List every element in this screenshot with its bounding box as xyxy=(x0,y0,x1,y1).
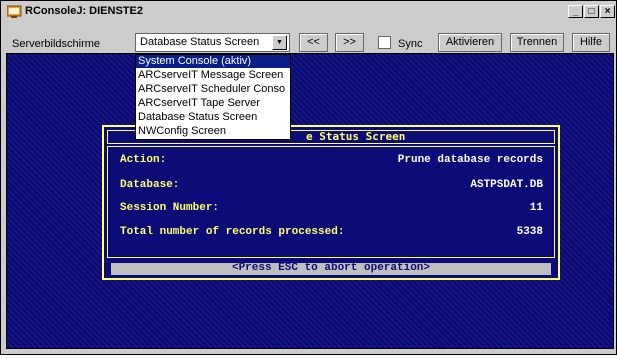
disconnect-button[interactable]: Trennen xyxy=(510,33,564,52)
app-icon xyxy=(7,5,22,18)
abort-hint: <Press ESC to abort operation> xyxy=(231,262,431,274)
dropdown-item-system-console[interactable]: System Console (aktiv) xyxy=(136,55,290,68)
server-screens-label: Serverbildschirme xyxy=(12,38,101,50)
app-window: RConsoleJ: DIENSTE2 _ □ × Serverbildschi… xyxy=(0,0,617,355)
dropdown-item-arcserve-tape-server[interactable]: ARCserveIT Tape Server xyxy=(136,97,290,110)
close-button[interactable]: × xyxy=(600,5,615,18)
dropdown-item-arcserve-message-screen[interactable]: ARCserveIT Message Screen xyxy=(136,69,290,82)
console-screen[interactable]: e Status Screen Action: Prune database r… xyxy=(6,53,614,349)
server-screen-select[interactable]: Database Status Screen ▼ xyxy=(135,33,290,52)
records-processed-value: 5338 xyxy=(516,226,543,238)
sync-checkbox[interactable] xyxy=(378,36,391,49)
next-screen-button[interactable]: >> xyxy=(335,33,364,52)
help-button[interactable]: Hilfe xyxy=(572,33,610,52)
server-screen-select-value: Database Status Screen xyxy=(140,36,260,48)
server-screen-dropdown: System Console (aktiv) ARCserveIT Messag… xyxy=(135,54,291,140)
minimize-button[interactable]: _ xyxy=(568,5,583,18)
status-dialog: e Status Screen Action: Prune database r… xyxy=(102,125,560,280)
records-processed-label: Total number of records processed: xyxy=(120,226,345,238)
title-bar[interactable]: RConsoleJ: DIENSTE2 _ □ × xyxy=(2,2,615,21)
dropdown-arrow-icon[interactable]: ▼ xyxy=(272,35,287,50)
dialog-title: e Status Screen xyxy=(306,130,406,143)
dropdown-item-nwconfig-screen[interactable]: NWConfig Screen xyxy=(136,125,290,138)
activate-button[interactable]: Aktivieren xyxy=(438,33,502,52)
previous-screen-button[interactable]: << xyxy=(299,33,328,52)
action-value: Prune database records xyxy=(397,154,543,166)
session-number-value: 11 xyxy=(529,202,543,214)
dialog-body: Action: Prune database records Database:… xyxy=(107,146,555,258)
action-label: Action: xyxy=(120,154,167,166)
dropdown-item-arcserve-scheduler-console[interactable]: ARCserveIT Scheduler Conso xyxy=(136,83,290,96)
maximize-button[interactable]: □ xyxy=(584,5,599,18)
session-number-label: Session Number: xyxy=(120,202,220,214)
abort-hint-bar: <Press ESC to abort operation> xyxy=(111,262,551,275)
sync-label: Sync xyxy=(398,38,423,50)
database-label: Database: xyxy=(120,179,180,191)
window-title: RConsoleJ: DIENSTE2 xyxy=(25,5,143,17)
database-value: ASTPSDAT.DB xyxy=(470,179,543,191)
dropdown-item-database-status-screen[interactable]: Database Status Screen xyxy=(136,111,290,124)
